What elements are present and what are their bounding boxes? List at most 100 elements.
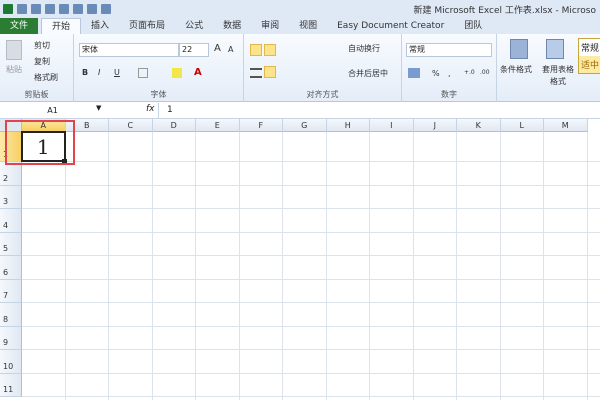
grid-line	[22, 184, 600, 186]
tab-formulas[interactable]: 公式	[175, 18, 213, 34]
merge-center-button[interactable]: 合并后居中	[348, 68, 388, 79]
column-header-J[interactable]: J	[413, 119, 457, 132]
style-normal[interactable]: 常规	[579, 39, 600, 56]
underline-button[interactable]: U	[114, 68, 120, 77]
row-header-8[interactable]: 8	[0, 303, 22, 327]
row-header-3[interactable]: 3	[0, 185, 22, 209]
column-header-C[interactable]: C	[109, 119, 153, 132]
number-format-select[interactable]: 常规	[406, 43, 492, 57]
tab-view[interactable]: 视图	[289, 18, 327, 34]
quick-access-toolbar: 新建 Microsoft Excel 工作表.xlsx - Microso	[0, 0, 600, 17]
font-size-select[interactable]: 22	[179, 43, 209, 57]
tab-data[interactable]: 数据	[213, 18, 251, 34]
clipboard-group: 粘贴 剪切 复制 格式刷 剪贴板	[0, 34, 74, 102]
save-icon[interactable]	[17, 3, 27, 14]
comma-button[interactable]: ,	[448, 69, 451, 78]
increase-decimal-button[interactable]: +.0	[464, 69, 475, 76]
column-header-D[interactable]: D	[152, 119, 196, 132]
style-neutral[interactable]: 适中	[579, 56, 600, 73]
column-header-L[interactable]: L	[500, 119, 544, 132]
align-left-icon[interactable]	[250, 68, 262, 78]
row-header-4[interactable]: 4	[0, 209, 22, 233]
row-header-9[interactable]: 9	[0, 326, 22, 350]
conditional-format-icon	[510, 39, 528, 59]
grid-line	[22, 349, 600, 350]
paste-button[interactable]: 粘贴	[6, 64, 22, 75]
alignment-label: 对齐方式	[306, 90, 339, 99]
tab-team[interactable]: 团队	[454, 18, 492, 34]
row-header-5[interactable]: 5	[0, 232, 22, 256]
wrap-text-button[interactable]: 自动换行	[348, 43, 380, 54]
column-header-H[interactable]: H	[326, 119, 370, 132]
column-header-G[interactable]: G	[283, 119, 327, 132]
row-header-7[interactable]: 7	[0, 279, 22, 303]
italic-button[interactable]: I	[98, 68, 100, 77]
ribbon-tabs: 文件 开始 插入 页面布局 公式 数据 审阅 视图 Easy Document …	[0, 17, 600, 34]
format-painter-button[interactable]: 格式刷	[34, 72, 58, 83]
tab-home[interactable]: 开始	[41, 18, 82, 34]
decrease-decimal-button[interactable]: .00	[480, 69, 490, 76]
row-header-6[interactable]: 6	[0, 256, 22, 280]
tab-page-layout[interactable]: 页面布局	[119, 18, 175, 34]
font-name-select[interactable]: 宋体	[79, 43, 179, 57]
align-middle-icon[interactable]	[264, 44, 276, 56]
row-header-2[interactable]: 2	[0, 162, 22, 186]
row-header-10[interactable]: 10	[0, 350, 22, 374]
align-center-icon[interactable]	[264, 66, 276, 78]
conditional-format-button[interactable]: 条件格式	[500, 64, 532, 75]
font-label: 字体	[150, 90, 167, 99]
formula-input[interactable]: 1	[158, 103, 600, 118]
redo-icon[interactable]	[45, 3, 55, 14]
font-group: 宋体 22 A A B I U A 字体	[74, 34, 244, 102]
name-box[interactable]: A1	[0, 104, 105, 118]
cell-styles-gallery[interactable]: 常规 适中	[578, 38, 600, 74]
table-icon[interactable]	[87, 3, 97, 14]
grid-line	[22, 302, 600, 303]
highlight-annotation	[5, 120, 75, 165]
undo-icon[interactable]	[31, 3, 41, 14]
grid-line	[499, 132, 501, 400]
tab-file[interactable]: 文件	[0, 18, 39, 34]
insert-function-icon[interactable]: fx	[146, 104, 155, 114]
grow-font-button[interactable]: A	[214, 43, 221, 54]
column-header-E[interactable]: E	[196, 119, 240, 132]
grid-line	[543, 132, 544, 400]
grid-line	[22, 208, 600, 209]
grid-line	[22, 255, 600, 256]
column-header-F[interactable]: F	[239, 119, 283, 132]
name-box-dropdown-icon[interactable]: ▼	[96, 104, 101, 112]
percent-button[interactable]: %	[432, 69, 440, 78]
bold-button[interactable]: B	[82, 68, 88, 77]
print-preview-icon[interactable]	[73, 3, 83, 14]
spreadsheet-grid[interactable]: A B C D E F G H I J K L M 1 2 3 4 5 6 7 8 9 10 11 1	[0, 119, 600, 400]
grid-line	[22, 372, 600, 374]
format-as-table-button[interactable]: 套用表格格式	[540, 64, 576, 88]
row-header-11[interactable]: 11	[0, 373, 22, 397]
font-color-button[interactable]: A	[194, 67, 202, 78]
grid-line	[22, 325, 600, 327]
excel-logo-icon	[3, 3, 13, 14]
tab-insert[interactable]: 插入	[81, 18, 119, 34]
column-header-M[interactable]: M	[544, 119, 588, 132]
grid-line	[22, 278, 600, 280]
brush-icon[interactable]	[101, 3, 111, 14]
alignment-group: 自动换行 合并后居中 对齐方式	[244, 34, 402, 102]
tab-easy-document-creator[interactable]: Easy Document Creator	[327, 18, 454, 34]
tab-review[interactable]: 审阅	[251, 18, 289, 34]
column-header-I[interactable]: I	[370, 119, 414, 132]
grid-line	[151, 132, 153, 400]
currency-icon[interactable]	[408, 68, 420, 78]
formula-bar: A1 ▼ fx 1	[0, 103, 600, 119]
grid-line	[238, 132, 240, 400]
border-icon[interactable]	[138, 68, 148, 78]
grid-line	[22, 231, 600, 233]
copy-button[interactable]: 复制	[34, 56, 50, 67]
fill-color-icon[interactable]	[172, 68, 182, 78]
grid-line	[108, 132, 109, 400]
column-header-K[interactable]: K	[457, 119, 501, 132]
clipboard-label: 剪贴板	[24, 90, 49, 99]
cut-button[interactable]: 剪切	[34, 40, 50, 51]
align-top-icon[interactable]	[250, 44, 262, 56]
shrink-font-button[interactable]: A	[228, 45, 233, 54]
form-icon[interactable]	[59, 3, 69, 14]
